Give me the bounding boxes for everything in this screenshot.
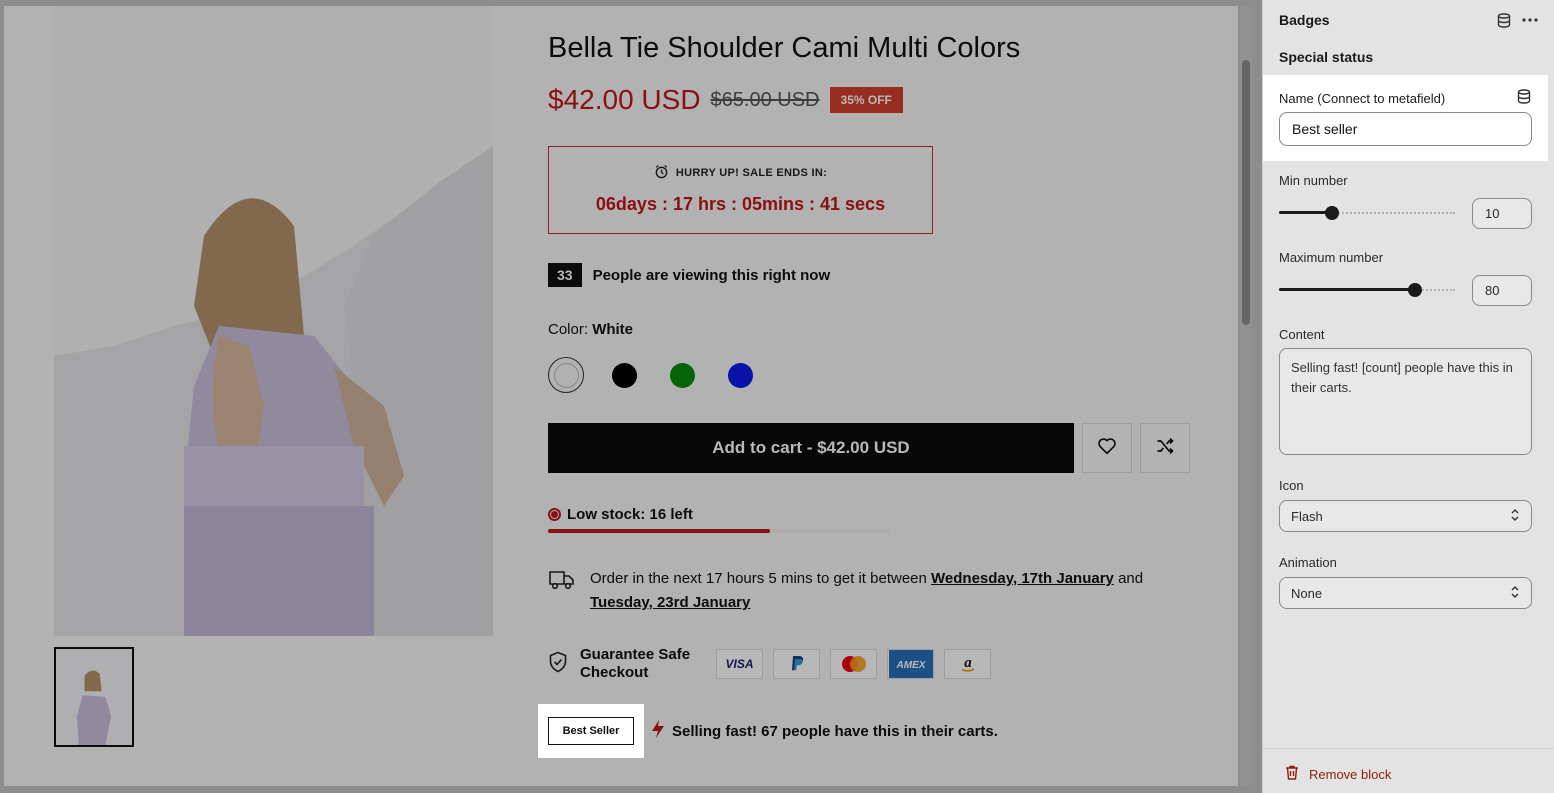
product-title: Bella Tie Shoulder Cami Multi Colors — [548, 32, 1021, 64]
more-options-icon[interactable] — [1521, 11, 1539, 29]
sale-countdown: HURRY UP! SALE ENDS IN: 06days : 17 hrs … — [548, 146, 933, 234]
compare-price: $65.00 USD — [710, 88, 820, 111]
select-chevron-icon — [1510, 585, 1520, 602]
product-thumbnail[interactable] — [54, 647, 134, 747]
checkout-label: Guarantee Safe Checkout — [580, 646, 691, 681]
icon-select[interactable]: Flash — [1279, 500, 1532, 532]
safe-checkout: Guarantee Safe Checkout VISA AMEX a — [548, 646, 991, 682]
delivery-date-start: Wednesday, 17th January — [931, 570, 1114, 587]
shield-check-icon — [548, 651, 568, 678]
preview-scrollbar[interactable] — [1240, 6, 1252, 786]
min-number-label: Min number — [1279, 173, 1348, 188]
content-textarea[interactable]: Selling fast! [count] people have this i… — [1279, 348, 1532, 455]
best-seller-badge: Best Seller — [547, 717, 635, 745]
sidebar-header: Badges — [1279, 11, 1539, 29]
best-seller-badge-highlight[interactable]: Best Seller — [538, 704, 644, 758]
icon-label: Icon — [1279, 478, 1304, 493]
swatch-blue[interactable] — [722, 357, 758, 393]
countdown-label: HURRY UP! SALE ENDS IN: — [675, 167, 828, 179]
heart-icon — [1097, 437, 1117, 460]
preview-area: Bella Tie Shoulder Cami Multi Colors $42… — [0, 0, 1262, 793]
preview-scrollbar-thumb[interactable] — [1242, 60, 1250, 325]
add-to-cart-button[interactable]: Add to cart - $42.00 USD — [548, 423, 1074, 473]
database-icon[interactable] — [1495, 11, 1513, 29]
name-input[interactable] — [1279, 112, 1532, 146]
metafield-database-icon[interactable] — [1517, 89, 1531, 107]
svg-text:a: a — [964, 655, 972, 671]
selling-fast-text: Selling fast! 67 people have this in the… — [672, 722, 998, 740]
icon-select-value: Flash — [1291, 508, 1323, 524]
alarm-clock-icon — [654, 164, 669, 182]
sidebar-footer: Remove block — [1263, 748, 1554, 793]
amex-icon: AMEX — [887, 649, 934, 679]
swatch-white[interactable] — [548, 357, 584, 393]
animation-select[interactable]: None — [1279, 577, 1532, 609]
min-slider-knob[interactable] — [1324, 206, 1339, 220]
select-chevron-icon — [1510, 508, 1520, 525]
swatch-black[interactable] — [606, 357, 642, 393]
sidebar-title: Badges — [1279, 12, 1330, 28]
amazon-icon: a — [944, 649, 991, 679]
visa-icon: VISA — [716, 649, 763, 679]
product-page: Bella Tie Shoulder Cami Multi Colors $42… — [4, 6, 1238, 786]
swatch-green[interactable] — [664, 357, 700, 393]
min-number-slider[interactable] — [1279, 206, 1455, 220]
animation-label: Animation — [1279, 555, 1337, 570]
product-main-image[interactable] — [54, 6, 493, 636]
max-number-slider[interactable] — [1279, 283, 1455, 297]
section-heading: Special status — [1279, 49, 1374, 65]
min-number-control: 10 — [1279, 197, 1532, 229]
color-label: Color: White — [548, 321, 633, 338]
color-label-prefix: Color: — [548, 321, 589, 338]
shuffle-icon — [1155, 436, 1175, 461]
model-photo — [54, 6, 493, 636]
thumbnail-photo — [56, 649, 132, 745]
mastercard-icon — [830, 649, 877, 679]
animation-select-value: None — [1291, 585, 1323, 601]
name-field-card: Name (Connect to metafield) — [1263, 75, 1548, 161]
sale-price: $42.00 USD — [548, 84, 701, 115]
stock-progress-bar — [548, 529, 890, 533]
delivery-and: and — [1118, 570, 1144, 587]
live-viewers: 33 People are viewing this right now — [548, 263, 830, 287]
stock-text: Low stock: 16 left — [567, 506, 693, 523]
min-number-input[interactable]: 10 — [1472, 197, 1532, 229]
color-swatches — [548, 357, 758, 393]
price-row: $42.00 USD $65.00 USD 35% OFF — [548, 84, 903, 116]
compare-button[interactable] — [1140, 423, 1190, 473]
max-slider-knob[interactable] — [1407, 283, 1422, 297]
delivery-truck-icon — [548, 567, 576, 615]
max-number-input[interactable]: 80 — [1472, 274, 1532, 306]
wishlist-button[interactable] — [1082, 423, 1132, 473]
countdown-time: 06days : 17 hrs : 05mins : 41 secs — [595, 194, 886, 214]
delivery-date-end: Tuesday, 23rd January — [590, 594, 751, 611]
settings-sidebar: Badges Special status Name (Connect to m… — [1262, 0, 1554, 793]
svg-text:AMEX: AMEX — [895, 660, 926, 671]
trash-icon — [1285, 765, 1299, 783]
countdown-header: HURRY UP! SALE ENDS IN: — [549, 164, 932, 182]
max-number-label: Maximum number — [1279, 250, 1384, 265]
paypal-icon — [773, 649, 820, 679]
remove-block-button[interactable]: Remove block — [1285, 765, 1391, 783]
delivery-prefix: Order in the next 17 hours 5 mins to get… — [590, 570, 927, 587]
discount-badge: 35% OFF — [829, 87, 903, 113]
viewer-text: People are viewing this right now — [592, 266, 831, 284]
name-field-label: Name (Connect to metafield) — [1279, 90, 1446, 106]
viewer-count: 33 — [548, 263, 582, 287]
stock-indicator: Low stock: 16 left — [548, 506, 890, 533]
color-selected-value: White — [592, 321, 634, 338]
remove-block-label: Remove block — [1309, 766, 1392, 782]
stock-dot-icon — [548, 508, 561, 521]
content-label: Content — [1279, 327, 1325, 342]
max-number-control: 80 — [1279, 274, 1532, 306]
flash-icon — [650, 719, 666, 744]
delivery-estimate: Order in the next 17 hours 5 mins to get… — [548, 567, 1188, 615]
